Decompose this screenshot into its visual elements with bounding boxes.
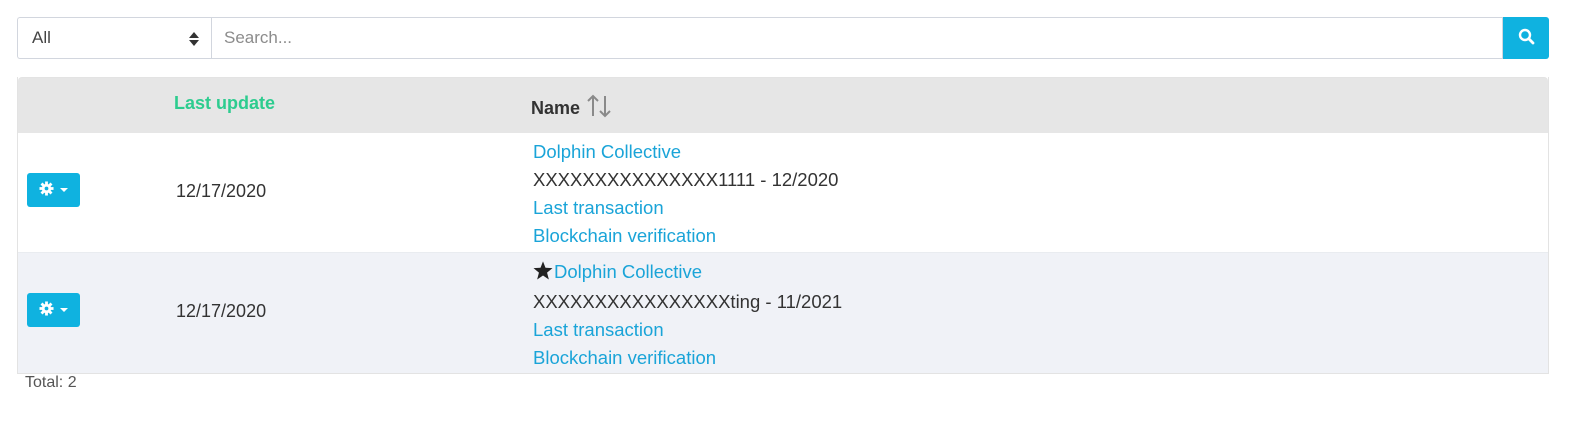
last-update-cell: 12/17/2020 [176,301,267,321]
filter-bar: All [17,17,1549,59]
search-input[interactable] [211,17,1503,59]
account-detail: XXXXXXXXXXXXXXXXting - 11/2021 [533,291,843,312]
total-count: Total: 2 [25,374,77,391]
name-cell: Dolphin Collective XXXXXXXXXXXXXXX1111 -… [533,138,838,250]
search-icon [1518,28,1535,48]
blockchain-verification-link[interactable]: Blockchain verification [533,344,842,372]
table-header: Last update Name [18,77,1548,133]
row-actions-button[interactable] [27,173,80,207]
gear-icon [39,181,54,199]
filter-select-value: All [32,28,51,47]
sort-icon [586,93,612,124]
filter-select[interactable]: All [17,17,211,59]
name-cell: Dolphin Collective XXXXXXXXXXXXXXXXting … [533,258,842,372]
row-actions-button[interactable] [27,293,80,327]
column-header-name-label: Name [531,98,581,118]
column-header-last-update[interactable]: Last update [174,93,275,114]
column-header-name[interactable]: Name [531,93,612,124]
chevron-down-icon [60,308,68,312]
account-detail: XXXXXXXXXXXXXXX1111 - 12/2020 [533,169,839,190]
account-name-link[interactable]: Dolphin Collective [554,261,702,282]
transactions-panel: All Last update Name [17,17,1549,374]
table-row: 12/17/2020 Dolphin Collective XXXXXXXXXX… [18,253,1548,373]
records-table: Last update Name 12/17/2020 Dolphin Coll… [17,77,1549,374]
account-name-link[interactable]: Dolphin Collective [533,138,838,166]
search-button[interactable] [1503,17,1549,59]
select-arrows-icon [189,31,199,46]
last-transaction-link[interactable]: Last transaction [533,316,842,344]
last-transaction-link[interactable]: Last transaction [533,194,838,222]
table-row: 12/17/2020 Dolphin Collective XXXXXXXXXX… [18,133,1548,253]
gear-icon [39,301,54,319]
blockchain-verification-link[interactable]: Blockchain verification [533,222,838,250]
last-update-cell: 12/17/2020 [176,181,267,201]
star-icon [533,260,553,288]
chevron-down-icon [60,188,68,192]
